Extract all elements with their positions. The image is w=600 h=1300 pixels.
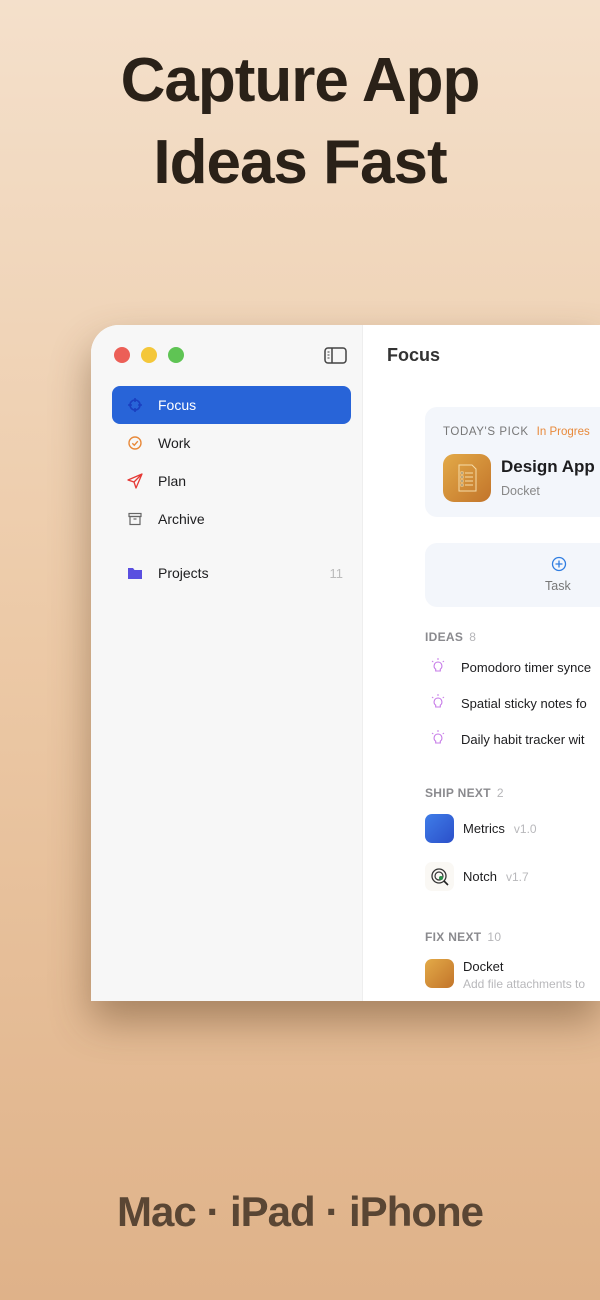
app-version: v1.7 [505, 869, 529, 884]
section-count: 8 [469, 630, 477, 644]
sidebar: Focus Work Plan Archive Projects 11 [91, 325, 363, 1001]
list-item[interactable]: Spatial sticky notes fo [425, 694, 587, 713]
add-task-label: Task [545, 579, 571, 593]
idea-text: Spatial sticky notes fo [461, 696, 587, 711]
headline-line-2: Ideas Fast [153, 128, 447, 197]
headline: Capture App Ideas Fast [0, 40, 600, 204]
metrics-app-icon [425, 814, 454, 843]
ship-next-header: SHIP NEXT 2 [425, 786, 504, 800]
docket-app-icon [443, 454, 491, 502]
notch-app-icon [425, 862, 454, 891]
fix-next-header: FIX NEXT 10 [425, 930, 501, 944]
close-button[interactable] [114, 347, 130, 363]
section-label: IDEAS [425, 630, 464, 644]
section-label: SHIP NEXT [425, 786, 491, 800]
lightbulb-icon [425, 694, 461, 713]
platforms-tagline: Mac · iPad · iPhone [116, 1188, 484, 1235]
sidebar-item-label: Plan [158, 473, 187, 489]
sidebar-item-archive[interactable]: Archive [112, 500, 351, 538]
archive-box-icon [112, 511, 158, 527]
zoom-button[interactable] [168, 347, 184, 363]
app-window: Focus Work Plan Archive Projects 11 Focus… [91, 325, 600, 1001]
todays-pick-label: TODAY'S PICK [443, 426, 529, 438]
plus-circle-icon [551, 556, 567, 577]
section-count: 2 [496, 786, 504, 800]
sidebar-item-label: Projects [158, 565, 209, 581]
section-count: 10 [487, 930, 502, 944]
list-item[interactable]: Notch v1.7 [425, 862, 529, 891]
sidebar-toggle-icon[interactable] [324, 347, 347, 369]
list-item[interactable]: Docket Add file attachments to [425, 959, 585, 991]
ideas-header: IDEAS 8 [425, 630, 476, 644]
section-label: FIX NEXT [425, 930, 482, 944]
list-item[interactable]: Metrics v1.0 [425, 814, 537, 843]
sidebar-item-label: Work [158, 435, 191, 451]
crosshair-icon [112, 397, 158, 413]
folder-icon [112, 566, 158, 580]
issue-detail: Add file attachments to [463, 977, 586, 991]
idea-text: Pomodoro timer synce [461, 660, 592, 675]
app-name: Notch [463, 869, 497, 884]
pick-subtitle: Docket [501, 484, 540, 498]
sidebar-item-projects[interactable]: Projects 11 [112, 554, 351, 592]
paper-plane-icon [112, 473, 158, 489]
sidebar-item-focus[interactable]: Focus [112, 386, 351, 424]
app-version: v1.0 [513, 821, 537, 836]
idea-text: Daily habit tracker wit [461, 732, 585, 747]
minimize-button[interactable] [141, 347, 157, 363]
sidebar-item-work[interactable]: Work [112, 424, 351, 462]
todays-pick-card[interactable]: TODAY'S PICK In Progres Design App Docket [425, 407, 600, 517]
lightbulb-icon [425, 658, 461, 677]
app-name: Docket [463, 959, 504, 974]
app-name: Metrics [463, 821, 505, 836]
list-item[interactable]: Daily habit tracker wit [425, 730, 585, 749]
status-badge: In Progres [536, 426, 590, 438]
pick-title: Design App [501, 457, 595, 476]
projects-count: 11 [329, 565, 344, 581]
headline-line-1: Capture App [120, 46, 481, 115]
lightbulb-icon [425, 730, 461, 749]
sidebar-item-plan[interactable]: Plan [112, 462, 351, 500]
check-circle-icon [112, 435, 158, 451]
sidebar-item-label: Focus [158, 397, 197, 413]
sidebar-item-label: Archive [158, 511, 205, 527]
page-title: Focus [387, 345, 441, 365]
docket-app-icon [425, 959, 454, 988]
main-content: Focus TODAY'S PICK In Progres Design App … [363, 325, 600, 1001]
add-task-button[interactable]: Task [425, 543, 600, 607]
list-item[interactable]: Pomodoro timer synce [425, 658, 591, 677]
